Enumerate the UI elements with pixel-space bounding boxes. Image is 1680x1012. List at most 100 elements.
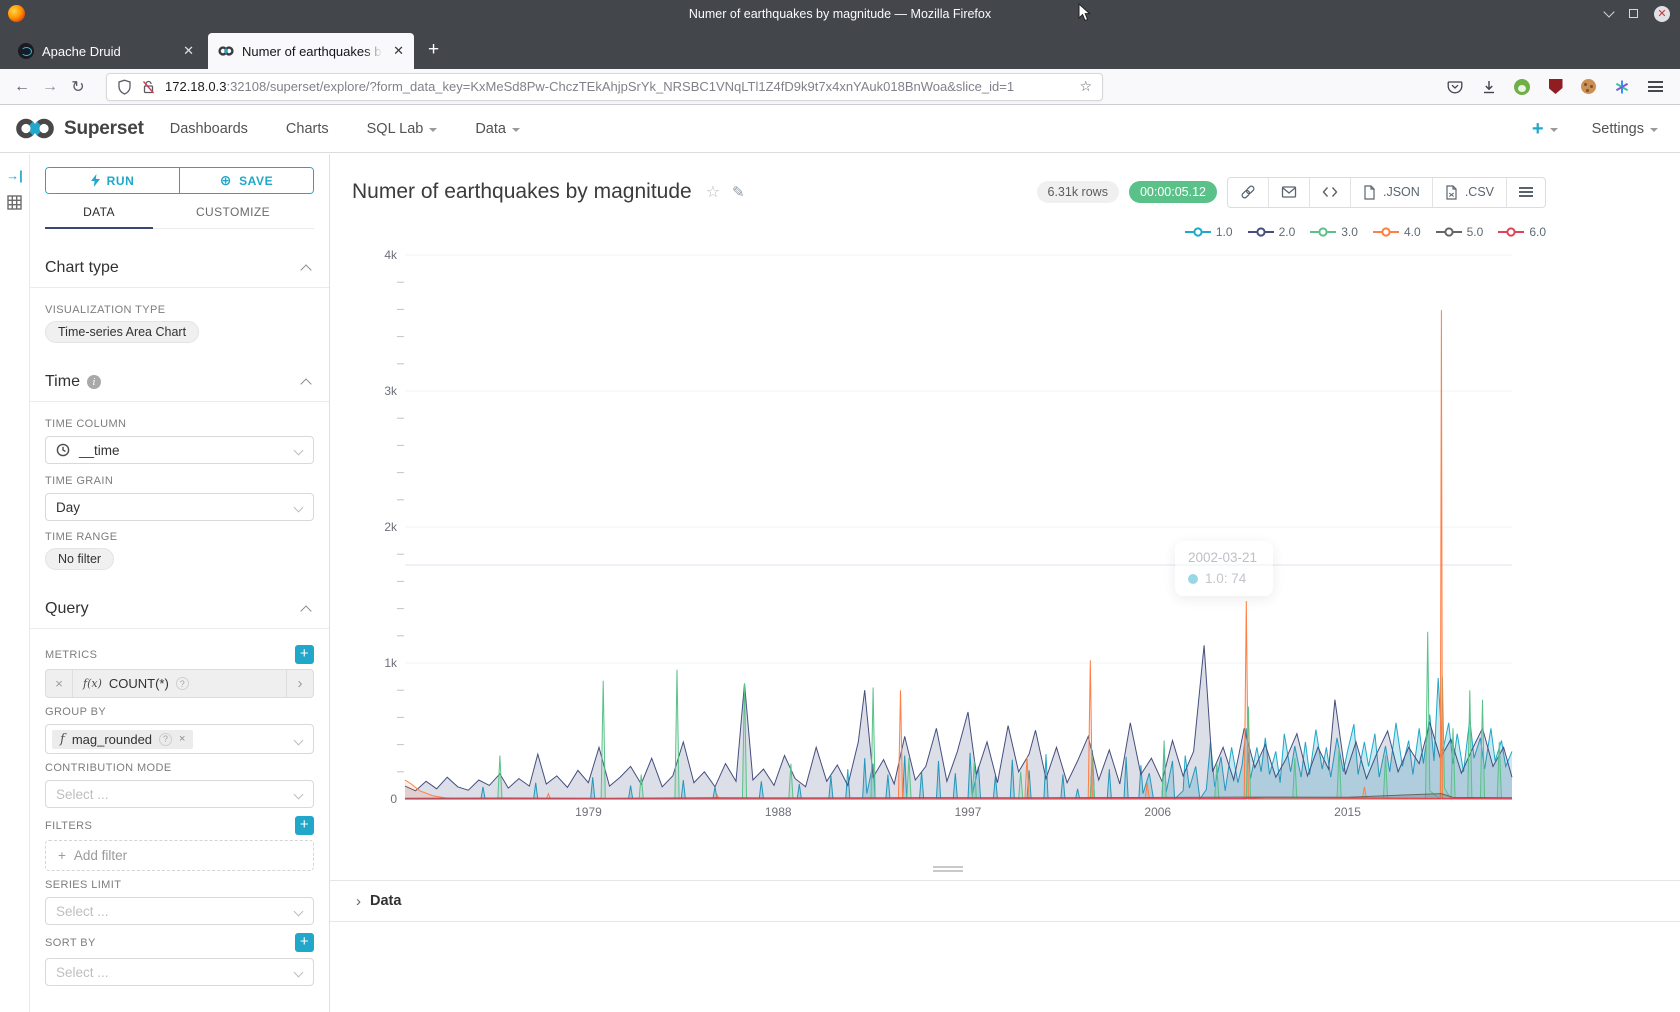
nav-data[interactable]: Data bbox=[475, 121, 520, 137]
tab-data[interactable]: DATA bbox=[45, 205, 153, 228]
remove-chip-icon[interactable]: × bbox=[179, 733, 185, 745]
greasemonkey-icon[interactable] bbox=[1514, 79, 1530, 95]
chevron-down-icon bbox=[294, 907, 304, 917]
y-axis-label: 3k bbox=[384, 384, 398, 398]
clock-icon bbox=[56, 443, 70, 457]
contribution-mode-select[interactable]: Select ... bbox=[45, 780, 314, 808]
druid-favicon bbox=[18, 43, 34, 59]
time-range-value[interactable]: No filter bbox=[45, 548, 114, 570]
remove-metric-icon[interactable]: × bbox=[46, 670, 73, 697]
ublock-icon[interactable] bbox=[1547, 78, 1564, 95]
email-button[interactable] bbox=[1268, 178, 1309, 207]
code-icon bbox=[1322, 186, 1338, 198]
data-panel-header[interactable]: › Data bbox=[330, 880, 1680, 922]
cookie-extension-icon[interactable] bbox=[1581, 79, 1596, 94]
browser-toolbar: ← → ↻ 172.18.0.3 :32108/superset/explore… bbox=[0, 69, 1680, 105]
metric-chip-count[interactable]: × f(x) COUNT(*) ? › bbox=[45, 669, 314, 698]
browser-tab-apache-druid[interactable]: Apache Druid ✕ bbox=[8, 33, 204, 69]
menu-hamburger-icon[interactable] bbox=[1647, 78, 1664, 95]
legend-item-6.0[interactable]: 6.0 bbox=[1498, 225, 1546, 239]
legend-item-1.0[interactable]: 1.0 bbox=[1185, 225, 1233, 239]
forward-icon[interactable]: → bbox=[36, 78, 64, 96]
reload-icon[interactable]: ↻ bbox=[64, 77, 92, 97]
control-panel: RUN ⊕ SAVE DATA CUSTOMIZE Chart type VIS… bbox=[30, 154, 330, 1012]
link-icon bbox=[1240, 184, 1256, 200]
resize-handle[interactable] bbox=[933, 864, 963, 874]
new-tab-button[interactable]: + bbox=[428, 39, 439, 61]
section-time[interactable]: Timei bbox=[45, 373, 314, 391]
superset-logo[interactable]: Superset bbox=[14, 115, 144, 142]
insecure-lock-icon[interactable] bbox=[141, 79, 156, 95]
sort-by-select[interactable]: Select ... bbox=[45, 958, 314, 986]
legend-line-icon bbox=[1185, 226, 1211, 238]
tooltip-date: 2002-03-21 bbox=[1188, 550, 1257, 565]
new-item-button[interactable]: + bbox=[1532, 119, 1558, 139]
metrics-label: METRICS + bbox=[45, 645, 314, 664]
legend-item-5.0[interactable]: 5.0 bbox=[1436, 225, 1484, 239]
collapse-panel-icon[interactable]: →| bbox=[6, 168, 23, 183]
shield-icon[interactable] bbox=[117, 79, 132, 95]
window-minimize-icon[interactable] bbox=[1603, 6, 1614, 17]
tooltip-series-dot bbox=[1188, 574, 1198, 584]
section-query[interactable]: Query bbox=[45, 600, 314, 618]
url-bar[interactable]: 172.18.0.3 :32108/superset/explore/?form… bbox=[106, 73, 1103, 101]
chart-canvas[interactable]: 01k2k3k4k19791988199720062015 2002-03-21… bbox=[330, 242, 1680, 880]
tab-close-icon[interactable]: ✕ bbox=[183, 43, 194, 59]
dataset-grid-icon[interactable] bbox=[7, 195, 22, 210]
download-icon[interactable] bbox=[1480, 78, 1497, 95]
copy-link-button[interactable] bbox=[1228, 178, 1268, 207]
y-axis-label: 0 bbox=[390, 792, 397, 806]
chevron-down-icon bbox=[294, 503, 304, 513]
save-button[interactable]: ⊕ SAVE bbox=[179, 168, 313, 193]
legend-item-2.0[interactable]: 2.0 bbox=[1248, 225, 1296, 239]
browser-tab-active[interactable]: Numer of earthquakes by m ✕ bbox=[208, 33, 414, 69]
group-by-chip[interactable]: f mag_rounded ? × bbox=[52, 730, 193, 749]
x-axis-label: 1979 bbox=[575, 805, 602, 819]
chevron-up-icon bbox=[300, 605, 311, 616]
timeseries-area-chart[interactable]: 01k2k3k4k19791988199720062015 bbox=[330, 242, 1680, 842]
settings-menu[interactable]: Settings bbox=[1592, 121, 1658, 137]
add-filter-button[interactable]: + bbox=[295, 816, 314, 835]
window-close-icon[interactable]: ✕ bbox=[1654, 6, 1670, 22]
y-axis-label: 1k bbox=[384, 656, 398, 670]
export-json-button[interactable]: .JSON bbox=[1350, 178, 1432, 207]
add-metric-button[interactable]: + bbox=[295, 645, 314, 664]
legend-item-3.0[interactable]: 3.0 bbox=[1310, 225, 1358, 239]
tab-close-icon[interactable]: ✕ bbox=[393, 43, 404, 59]
add-sort-by-button[interactable]: + bbox=[295, 933, 314, 952]
tab-customize[interactable]: CUSTOMIZE bbox=[153, 205, 313, 228]
pocket-icon[interactable] bbox=[1446, 78, 1463, 95]
series-limit-select[interactable]: Select ... bbox=[45, 897, 314, 925]
extension-asterisk-icon[interactable] bbox=[1613, 78, 1630, 95]
envelope-icon bbox=[1281, 185, 1297, 199]
chart-area: Numer of earthquakes by magnitude ☆ ✎ 6.… bbox=[330, 154, 1680, 1012]
run-button[interactable]: RUN bbox=[46, 168, 179, 193]
filters-label: FILTERS + bbox=[45, 816, 314, 835]
embed-code-button[interactable] bbox=[1309, 178, 1350, 207]
nav-dashboards[interactable]: Dashboards bbox=[170, 121, 248, 137]
chevron-down-icon bbox=[1550, 128, 1558, 132]
favorite-star-icon[interactable]: ☆ bbox=[706, 182, 720, 202]
data-panel-label: Data bbox=[370, 893, 401, 909]
chart-menu-button[interactable] bbox=[1506, 178, 1545, 207]
group-by-select[interactable]: f mag_rounded ? × bbox=[45, 724, 314, 754]
bookmark-star-icon[interactable]: ☆ bbox=[1071, 78, 1092, 95]
viz-type-value[interactable]: Time-series Area Chart bbox=[45, 321, 199, 343]
expand-metric-icon[interactable]: › bbox=[286, 670, 313, 697]
section-chart-type[interactable]: Chart type bbox=[45, 259, 314, 277]
legend-item-4.0[interactable]: 4.0 bbox=[1373, 225, 1421, 239]
time-grain-select[interactable]: Day bbox=[45, 493, 314, 521]
add-filter-dropzone[interactable]: + Add filter bbox=[45, 840, 314, 871]
edit-pencil-icon[interactable]: ✎ bbox=[732, 183, 745, 201]
superset-infinity-icon bbox=[14, 115, 56, 142]
url-host: 172.18.0.3 bbox=[165, 79, 226, 94]
window-maximize-icon[interactable] bbox=[1629, 9, 1638, 18]
nav-charts[interactable]: Charts bbox=[286, 121, 329, 137]
nav-sql-lab[interactable]: SQL Lab bbox=[367, 121, 438, 137]
y-axis-label: 2k bbox=[384, 520, 398, 534]
time-column-select[interactable]: __time bbox=[45, 436, 314, 464]
export-csv-button[interactable]: .CSV bbox=[1432, 178, 1506, 207]
active-tab-underline bbox=[45, 227, 153, 229]
back-icon[interactable]: ← bbox=[8, 78, 36, 96]
chevron-down-icon bbox=[1650, 128, 1658, 132]
